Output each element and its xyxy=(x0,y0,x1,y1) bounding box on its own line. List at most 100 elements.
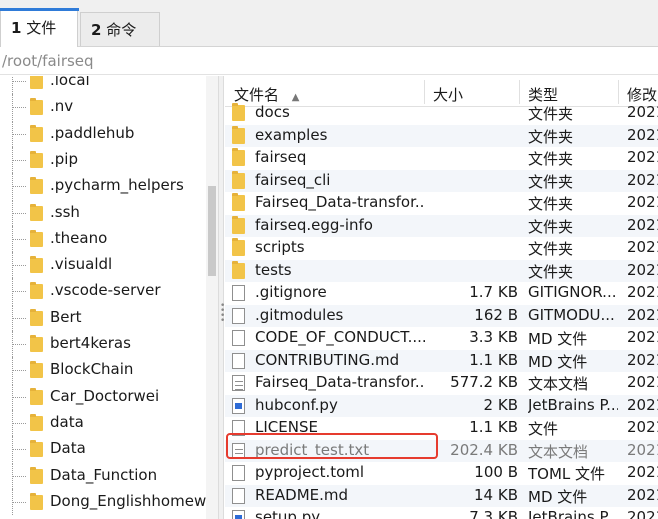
file-type: 文件夹 xyxy=(528,127,574,146)
file-row[interactable]: hubconf.py 2 KB JetBrains P... 2021 xyxy=(225,394,658,417)
file-row[interactable]: fairseq.egg-info 文件夹 2021 xyxy=(225,214,658,237)
tree-scrollbar-thumb[interactable] xyxy=(208,186,216,276)
folder-icon xyxy=(30,229,43,247)
file-type: 文件 xyxy=(528,420,559,438)
folder-icon xyxy=(232,215,245,234)
file-modified: 2021 xyxy=(627,170,658,189)
file-icon xyxy=(232,307,245,324)
file-type: 文件夹 xyxy=(528,262,574,281)
file-row[interactable]: .gitmodules 162 B GITMODU... 2021 xyxy=(225,304,658,327)
folder-icon xyxy=(30,76,43,89)
tree-guide-line xyxy=(12,107,26,109)
file-size: 3.3 KB xyxy=(469,328,518,346)
file-modified: 2021 xyxy=(627,463,658,481)
file-row[interactable]: setup.py 7.3 KB JetBrains P... 2021 xyxy=(225,507,658,519)
tree-item-label: data xyxy=(50,412,84,431)
tree-item-label: Dong_Englishhomewo xyxy=(50,491,216,510)
file-modified: 2021 xyxy=(627,215,658,234)
tree-item[interactable]: bert4keras xyxy=(0,331,210,357)
file-row[interactable]: scripts 文件夹 2021 xyxy=(225,237,658,259)
file-row[interactable]: CONTRIBUTING.md 1.1 KB MD 文件 2021 xyxy=(225,349,658,372)
tree-guide-line xyxy=(12,186,26,188)
file-icon xyxy=(232,330,245,346)
tree-item-label: .theano xyxy=(50,228,108,247)
tab-commands[interactable]: 2 命令 xyxy=(80,12,160,46)
tree-item-label: Data_Function xyxy=(50,465,158,484)
file-name: pyproject.toml xyxy=(255,463,365,481)
tree-guide-line xyxy=(12,317,26,319)
folder-icon xyxy=(30,466,43,484)
python-file-icon xyxy=(232,510,245,519)
tree-item[interactable]: .paddlehub xyxy=(0,120,210,147)
file-modified: 2021 xyxy=(627,283,658,301)
tree-item[interactable]: .visualdl xyxy=(0,252,210,279)
file-name: CONTRIBUTING.md xyxy=(255,350,400,369)
tree-scrollbar[interactable] xyxy=(206,76,218,519)
tree-item-label: Car_Doctorwei xyxy=(50,386,160,405)
folder-icon xyxy=(232,170,245,189)
tree-item[interactable]: .theano xyxy=(0,225,210,252)
tree-item[interactable]: Dong_Englishhomewo xyxy=(0,488,215,515)
file-modified: 2021 xyxy=(627,305,658,324)
file-icon xyxy=(232,487,245,504)
tree-item[interactable]: Bert xyxy=(0,304,210,331)
file-modified: 2021 xyxy=(627,508,658,519)
tree-item[interactable]: .local xyxy=(0,76,210,94)
tree-item-label: .vscode-server xyxy=(50,281,161,300)
tree-item[interactable]: .ssh xyxy=(0,199,210,226)
tree-item-label: .nv xyxy=(50,97,74,116)
file-name: hubconf.py xyxy=(255,395,338,414)
pane-splitter[interactable]: • • • • xyxy=(218,76,225,519)
file-row[interactable]: fairseq 文件夹 2021 xyxy=(225,147,658,169)
tree-item[interactable]: Car_Doctorwei xyxy=(0,383,210,410)
file-size: 14 KB xyxy=(474,485,518,504)
column-divider[interactable] xyxy=(519,80,520,104)
folder-icon xyxy=(30,177,43,195)
file-modified: 2021 xyxy=(627,260,658,279)
file-row[interactable]: fairseq_cli 文件夹 2021 xyxy=(225,169,658,192)
active-tab-indicator xyxy=(0,8,79,11)
column-divider[interactable] xyxy=(424,80,425,104)
file-row[interactable]: .gitignore 1.7 KB GITIGNOR... 2021 xyxy=(225,282,658,304)
tree-item[interactable]: BlockChain xyxy=(0,357,210,384)
file-size: 7.3 KB xyxy=(469,508,518,519)
tree-guide-line xyxy=(12,475,26,477)
tree-item[interactable]: .pycharm_helpers xyxy=(0,173,210,200)
file-row[interactable]: README.md 14 KB MD 文件 2021 xyxy=(225,484,658,507)
file-modified: 2021 xyxy=(627,418,658,436)
tree-item[interactable]: .vscode-server xyxy=(0,278,210,305)
file-row[interactable]: docs 文件夹 2021 xyxy=(225,102,658,124)
tree-item[interactable]: .pip xyxy=(0,146,210,173)
tree-item[interactable]: Data_Function xyxy=(0,462,210,489)
file-row[interactable]: examples 文件夹 2021 xyxy=(225,124,658,147)
file-modified: 2021 xyxy=(627,103,658,121)
tab-commands-label: 命令 xyxy=(106,21,137,39)
file-size: 1.7 KB xyxy=(469,283,518,301)
highlight-annotation xyxy=(226,433,438,459)
tree-guide-line xyxy=(12,265,26,267)
tab-files[interactable]: 1 文件 xyxy=(0,8,79,47)
tree-guide-line xyxy=(12,81,26,82)
tree-item-label: Data xyxy=(50,439,86,458)
tree-item[interactable]: data xyxy=(0,409,210,436)
file-type: 文本文档 xyxy=(528,442,589,461)
path-input[interactable]: /root/fairseq xyxy=(0,47,658,75)
folder-icon xyxy=(232,260,245,279)
file-type: MD 文件 xyxy=(528,487,588,506)
file-row[interactable]: Fairseq_Data-transfor... 文件夹 2021 xyxy=(225,192,658,214)
file-size: 1.1 KB xyxy=(469,418,518,436)
folder-icon xyxy=(232,148,245,166)
tree-item-label: .pip xyxy=(50,149,78,168)
file-modified: 2021 xyxy=(627,328,658,346)
text-file-icon xyxy=(232,375,245,391)
file-row[interactable]: tests 文件夹 2021 xyxy=(225,259,658,282)
folder-icon xyxy=(30,335,43,352)
folder-icon xyxy=(30,203,43,221)
tree-item[interactable]: .nv xyxy=(0,94,210,121)
file-row[interactable]: CODE_OF_CONDUCT.... 3.3 KB MD 文件 2021 xyxy=(225,327,658,349)
file-row[interactable]: Fairseq_Data-transfor... 577.2 KB 文本文档 2021 xyxy=(225,372,658,394)
tree-item[interactable]: Data xyxy=(0,436,210,463)
file-row[interactable]: pyproject.toml 100 B TOML 文件 2021 xyxy=(225,462,658,484)
tree-guide-line xyxy=(12,291,26,293)
column-divider[interactable] xyxy=(618,80,619,104)
